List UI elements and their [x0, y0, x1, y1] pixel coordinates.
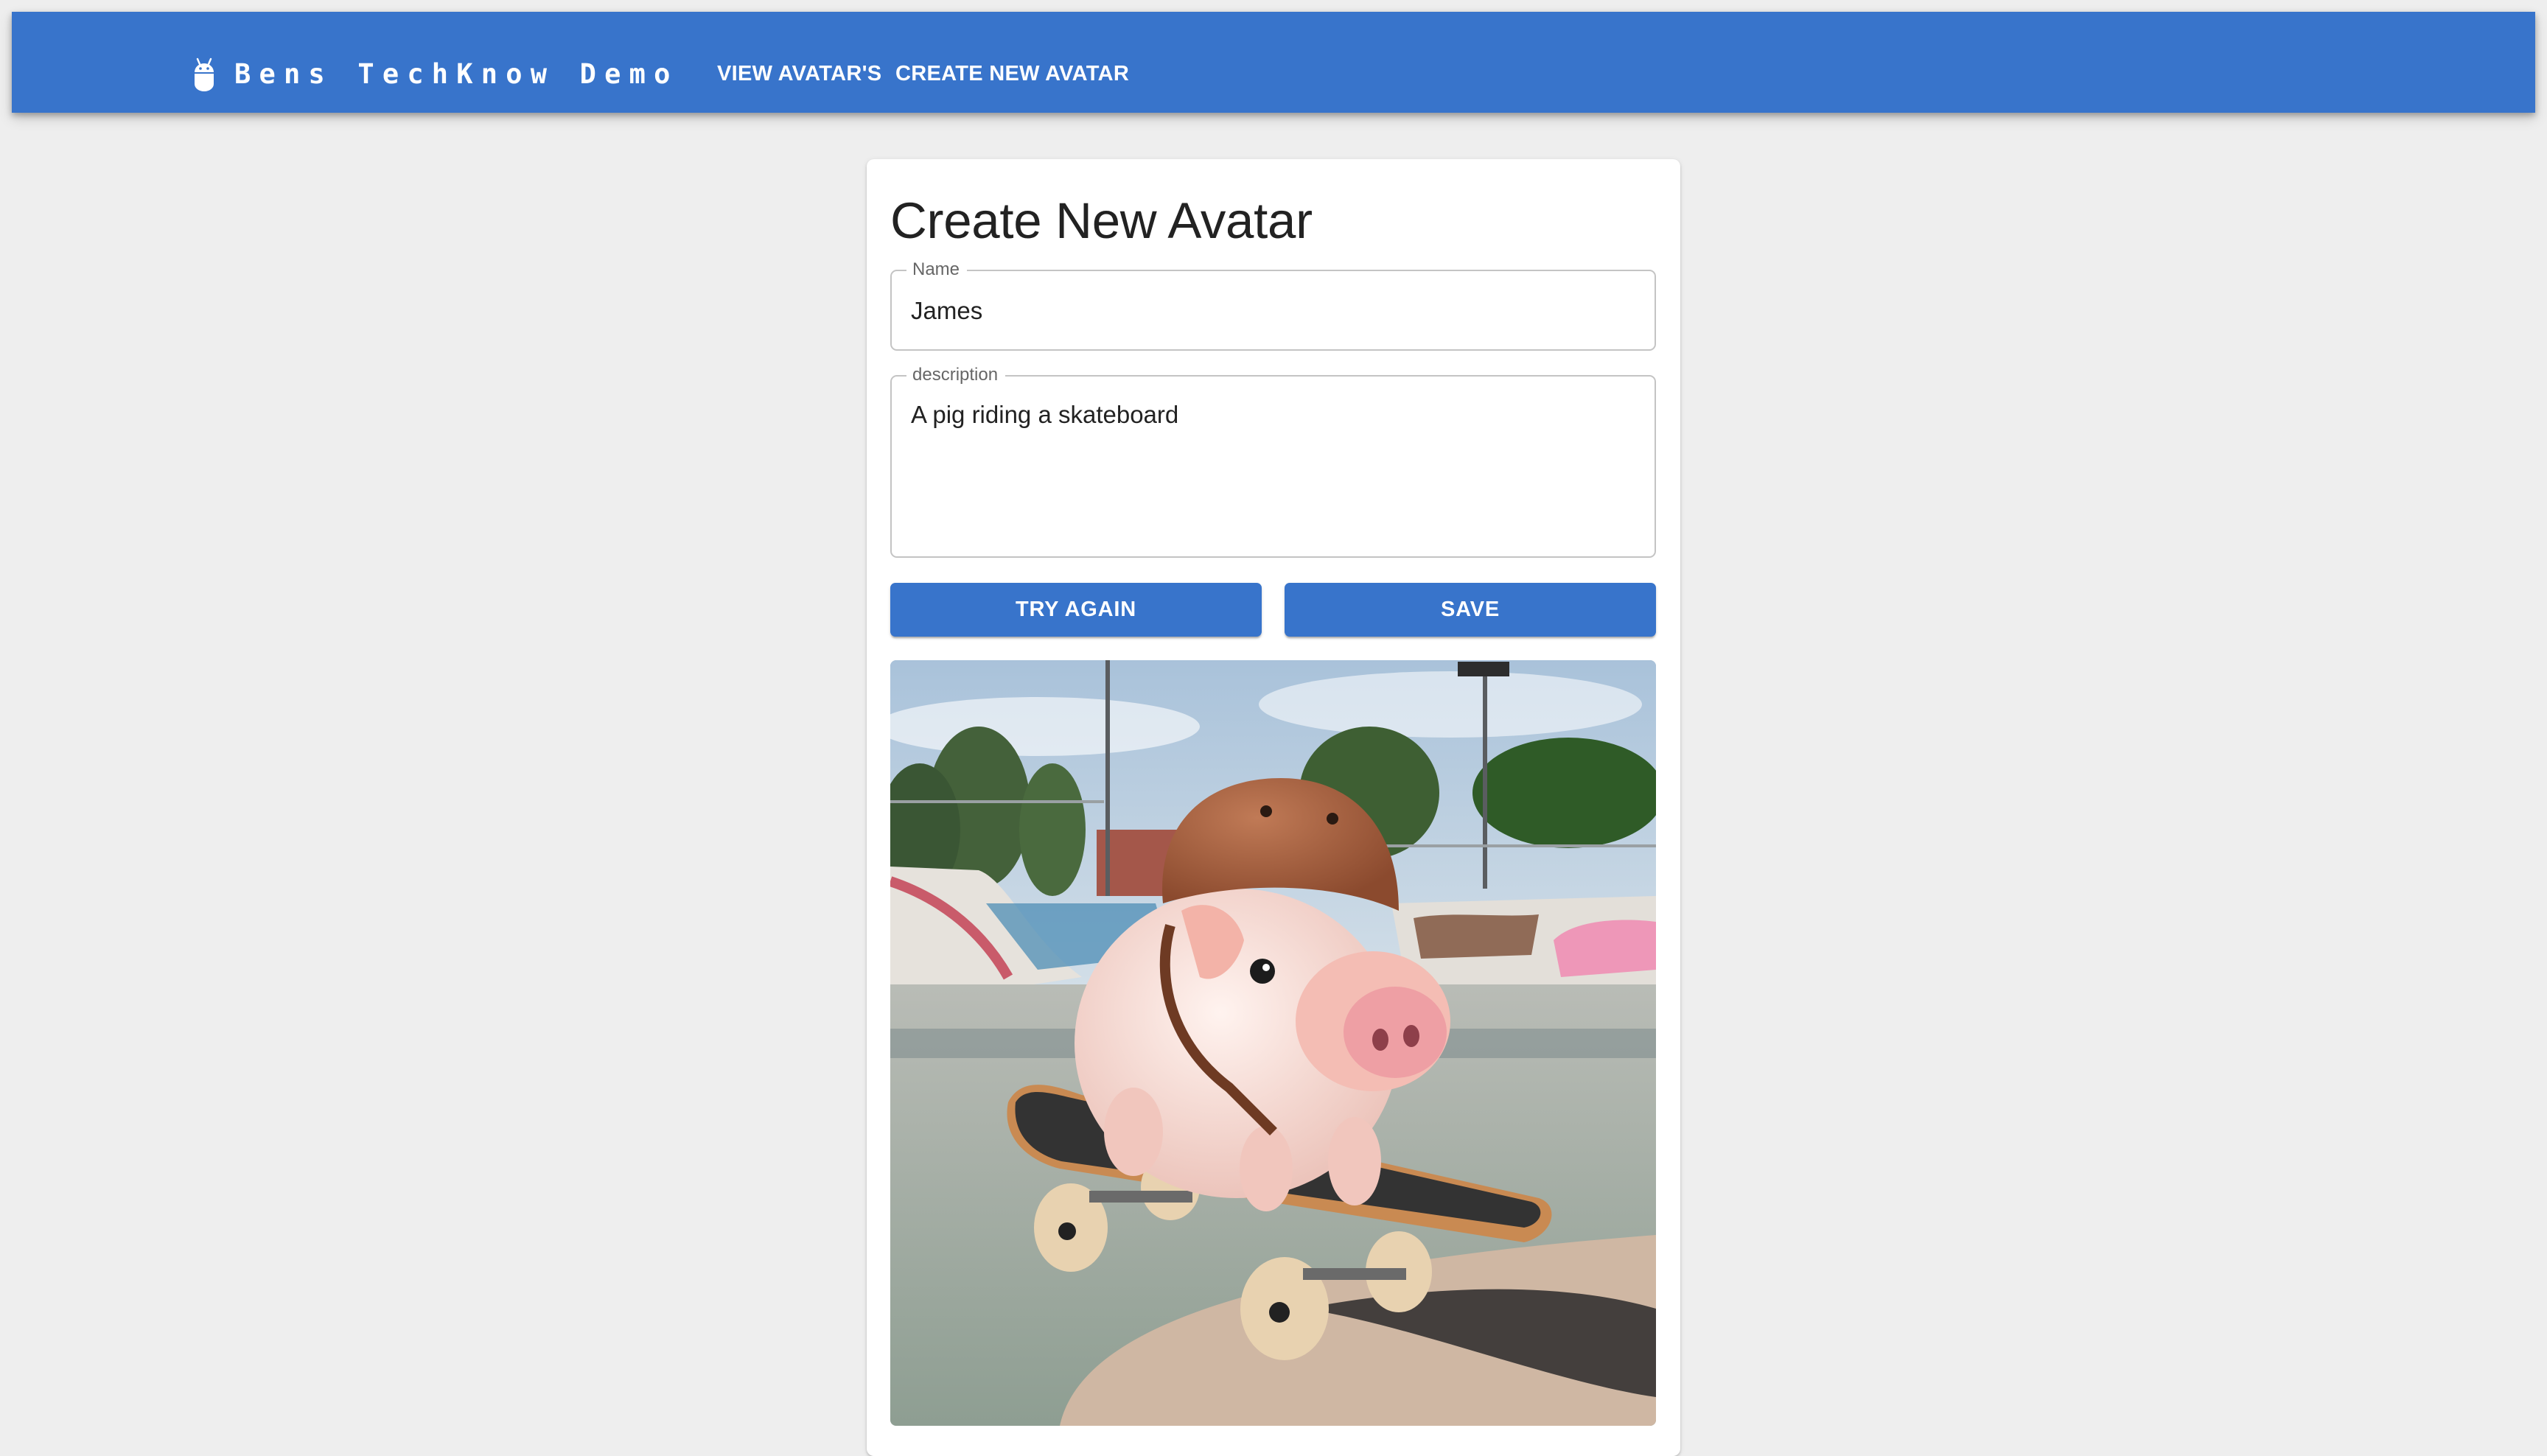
page-title: Create New Avatar — [890, 192, 1313, 249]
name-field-label: Name — [906, 259, 968, 281]
app-bar: Bens TechKnow Demo VIEW AVATAR'S CREATE … — [12, 12, 2535, 113]
description-input[interactable]: A pig riding a skateboard — [911, 399, 1635, 539]
nav-view-avatars[interactable]: VIEW AVATAR'S — [717, 59, 881, 88]
nav-create-new-avatar[interactable]: CREATE NEW AVATAR — [895, 59, 1129, 88]
description-field-label: description — [906, 364, 1006, 386]
try-again-button[interactable]: TRY AGAIN — [890, 583, 1262, 637]
description-field[interactable]: description A pig riding a skateboard — [890, 364, 1656, 558]
generated-avatar-image — [890, 660, 1656, 1426]
app-title[interactable]: Bens TechKnow Demo — [234, 57, 679, 91]
save-button[interactable]: SAVE — [1285, 583, 1656, 637]
create-avatar-card: Create New Avatar Name description A pig… — [867, 159, 1680, 1456]
name-input[interactable] — [911, 295, 1635, 327]
android-robot-icon — [193, 57, 215, 91]
name-field[interactable]: Name — [890, 259, 1656, 351]
